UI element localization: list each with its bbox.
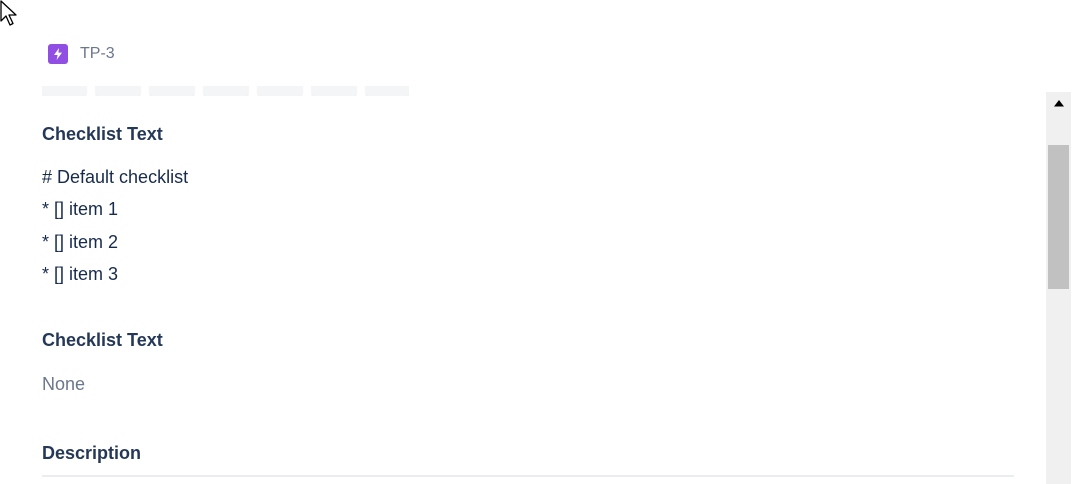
issue-fields-panel: Checklist Text # Default checklist * [] … — [42, 96, 1014, 484]
issue-key-link[interactable]: TP-3 — [80, 45, 115, 63]
issue-view: TP-3 Checklist Text # Default checklist … — [0, 0, 1077, 484]
description-heading: Description — [42, 443, 142, 463]
vertical-scrollbar[interactable] — [1046, 92, 1071, 484]
checklist-line: * [] item 3 — [42, 264, 119, 284]
toolbar-button[interactable] — [96, 86, 140, 96]
scroll-thumb[interactable] — [1048, 145, 1069, 289]
issue-breadcrumb: TP-3 — [48, 44, 115, 64]
toolbar-button[interactable] — [258, 86, 302, 96]
toolbar-button[interactable] — [150, 86, 194, 96]
checklist-line: # Default checklist — [42, 167, 189, 187]
scroll-up-button[interactable] — [1046, 92, 1071, 114]
toolbar-button[interactable] — [312, 86, 356, 96]
checklist-text-heading-2: Checklist Text — [42, 330, 163, 350]
toolbar-button[interactable] — [42, 86, 86, 96]
checklist-line: * [] item 2 — [42, 232, 119, 252]
triangle-up-icon — [1053, 99, 1064, 106]
toolbar-button[interactable] — [366, 86, 409, 96]
mouse-pointer-icon — [0, 0, 17, 26]
checklist-line: * [] item 1 — [42, 199, 119, 219]
checklist-text-heading: Checklist Text — [42, 124, 163, 144]
divider — [42, 475, 1014, 477]
checklist-text-value[interactable]: None — [42, 374, 85, 395]
lightning-icon — [48, 44, 68, 64]
field-toolbar — [42, 86, 409, 96]
toolbar-button[interactable] — [204, 86, 248, 96]
